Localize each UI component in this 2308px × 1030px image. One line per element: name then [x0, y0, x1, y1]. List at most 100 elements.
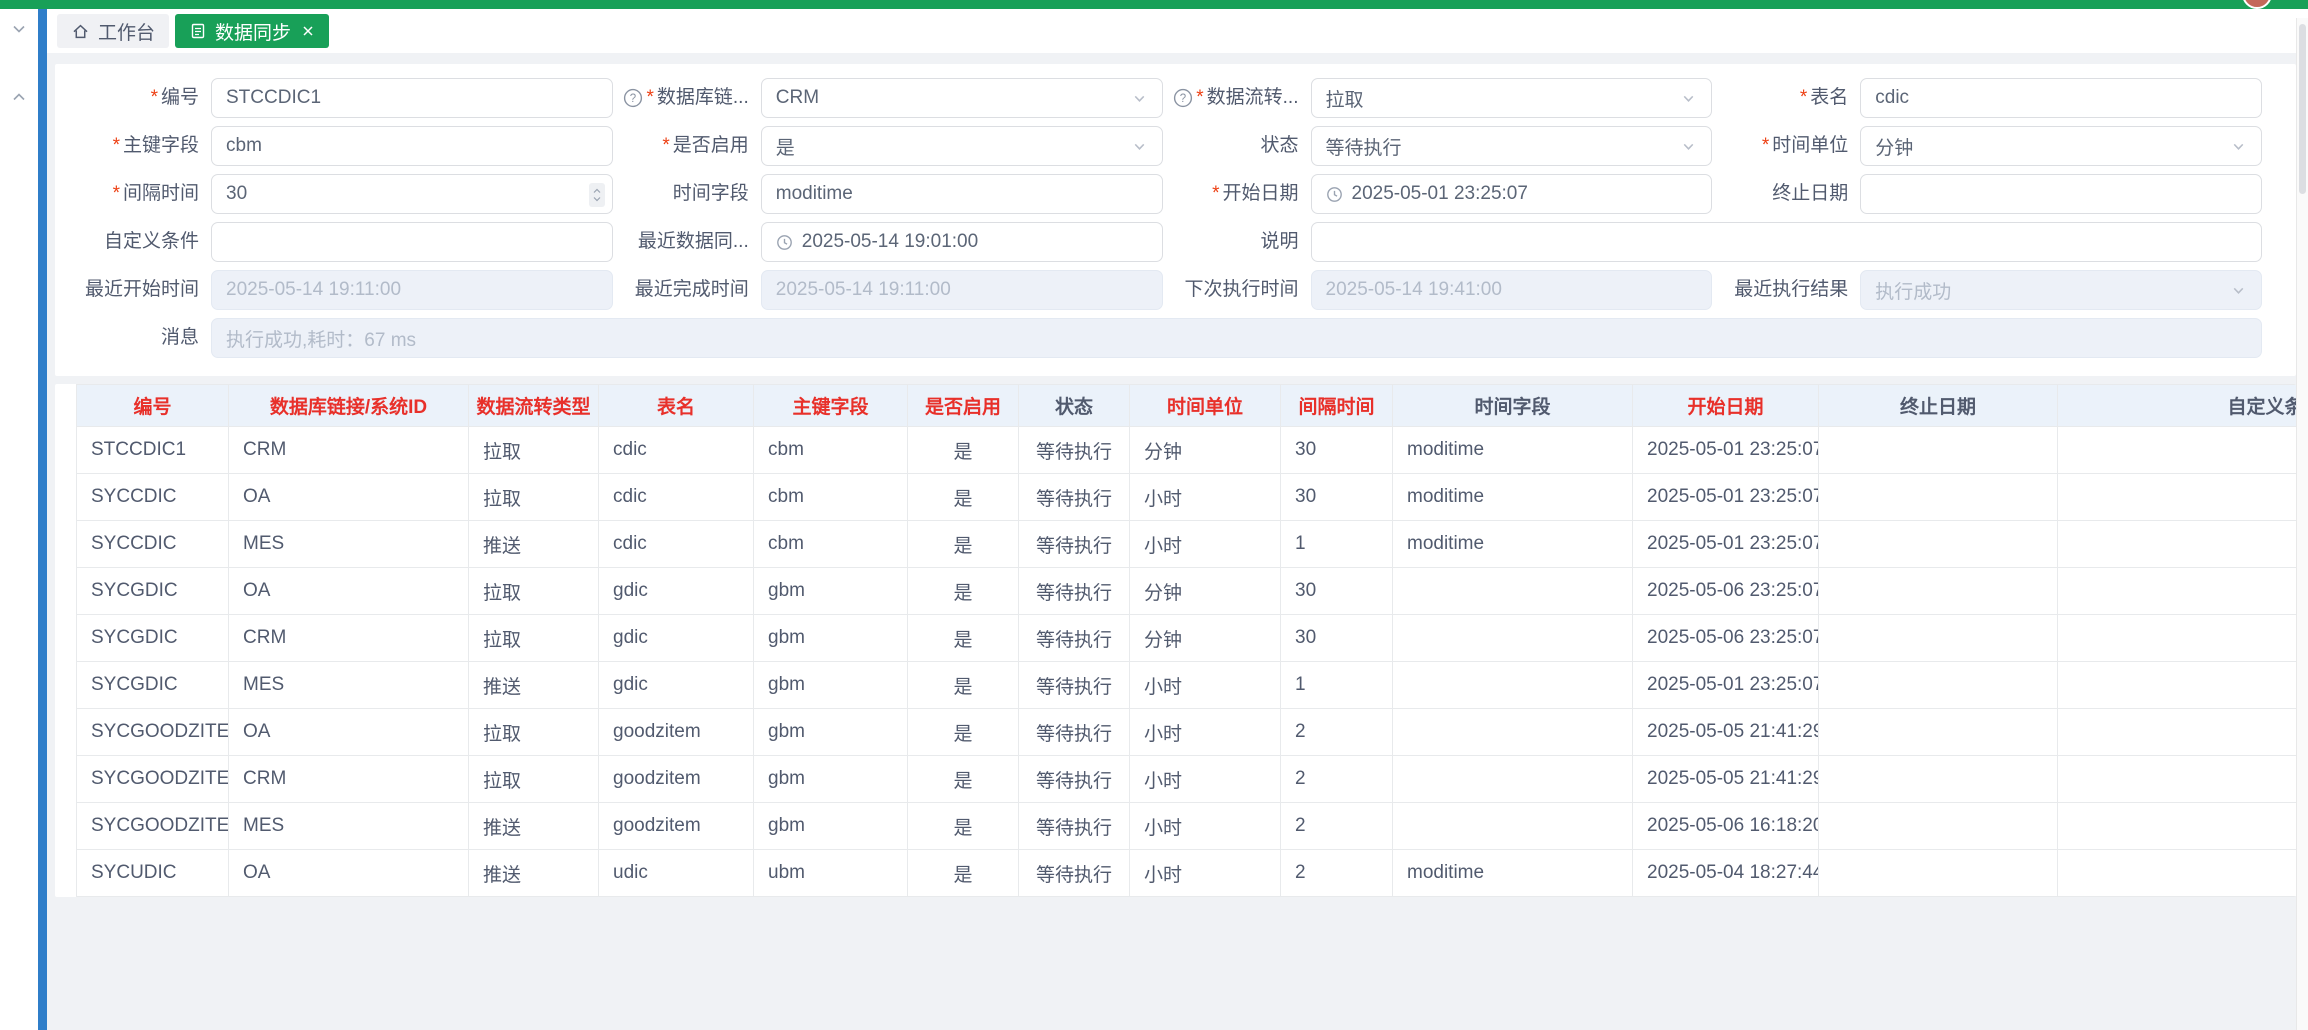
table-cell: goodzitem — [599, 756, 754, 803]
main-area: 工作台 数据同步 *编号STCCDIC1?*数据库链...CRM?*数据流转..… — [47, 9, 2308, 1030]
form-field-custom-condition: 自定义条件 — [63, 222, 613, 262]
table-row[interactable]: SYCGOODZITEMMES推送goodzitemgbm是等待执行小时2202… — [77, 803, 2297, 850]
form-field-flow-type: *数据流转...拉取 — [1163, 78, 1713, 118]
table-cell: MES — [229, 521, 469, 568]
table-cell: cbm — [754, 427, 908, 474]
table-cell — [2058, 427, 2297, 474]
table-cell: cdic — [599, 521, 754, 568]
collapse-chevron-up-icon[interactable] — [9, 87, 29, 107]
table-cell — [1819, 803, 2058, 850]
tab-workbench-label: 工作台 — [98, 18, 155, 45]
table-row[interactable]: STCCDIC1CRM拉取cdiccbm是等待执行分钟30moditime202… — [77, 427, 2297, 474]
db-link-value: CRM — [776, 87, 1123, 109]
form-row: *编号STCCDIC1?*数据库链...CRM?*数据流转...拉取*表名cdi… — [63, 78, 2262, 118]
table-cell: 2 — [1281, 803, 1393, 850]
time-field-input[interactable]: moditime — [761, 174, 1163, 214]
table-cell: 拉取 — [469, 474, 599, 521]
description-input[interactable] — [1311, 222, 2263, 262]
table-cell: CRM — [229, 615, 469, 662]
table-row[interactable]: SYCUDICOA推送udicubm是等待执行小时2moditime2025-0… — [77, 850, 2297, 897]
table-cell: MES — [229, 662, 469, 709]
sync-table-card: 编号数据库链接/系统ID数据流转类型表名主键字段是否启用状态时间单位间隔时间时间… — [55, 384, 2296, 897]
time-unit-select[interactable]: 分钟 — [1860, 126, 2262, 166]
table-cell: 等待执行 — [1019, 568, 1130, 615]
table-cell: 30 — [1281, 568, 1393, 615]
sidebar-edge-strip[interactable] — [38, 9, 47, 1030]
table-cell: cbm — [754, 521, 908, 568]
number-stepper-icon[interactable] — [589, 183, 605, 207]
table-cell — [1819, 615, 2058, 662]
code-value: STCCDIC1 — [226, 87, 598, 109]
tab-data-sync-label: 数据同步 — [215, 18, 291, 45]
table-cell: gbm — [754, 662, 908, 709]
table-cell — [1393, 615, 1633, 662]
tab-workbench[interactable]: 工作台 — [57, 14, 169, 48]
scrollbar-thumb[interactable] — [2299, 24, 2306, 194]
end-date-input[interactable] — [1860, 174, 2262, 214]
tab-data-sync[interactable]: 数据同步 — [175, 14, 329, 48]
help-icon[interactable]: ? — [623, 88, 643, 108]
start-date-input[interactable]: 2025-05-01 23:25:07 — [1311, 174, 1713, 214]
interval-input[interactable]: 30 — [211, 174, 613, 214]
table-row[interactable]: SYCGDICMES推送gdicgbm是等待执行小时12025-05-01 23… — [77, 662, 2297, 709]
column-header: 表名 — [599, 385, 754, 427]
last-sync-input[interactable]: 2025-05-14 19:01:00 — [761, 222, 1163, 262]
required-star: * — [113, 135, 120, 156]
user-avatar[interactable] — [2242, 0, 2272, 9]
required-star: * — [647, 87, 654, 108]
column-header: 终止日期 — [1819, 385, 2058, 427]
message-input: 执行成功,耗时：67 ms — [211, 318, 2262, 358]
column-header: 时间字段 — [1393, 385, 1633, 427]
table-cell: 小时 — [1130, 756, 1281, 803]
db-link-select[interactable]: CRM — [761, 78, 1163, 118]
enabled-select[interactable]: 是 — [761, 126, 1163, 166]
form-field-time-field: 时间字段moditime — [613, 174, 1163, 214]
table-row[interactable]: SYCGDICCRM拉取gdicgbm是等待执行分钟302025-05-06 2… — [77, 615, 2297, 662]
table-body: STCCDIC1CRM拉取cdiccbm是等待执行分钟30moditime202… — [77, 427, 2297, 897]
table-row[interactable]: SYCGOODZITEMOA拉取goodzitemgbm是等待执行小时22025… — [77, 709, 2297, 756]
chevron-down-icon — [2230, 282, 2247, 299]
table-cell — [2058, 709, 2297, 756]
message-label: 消息 — [63, 318, 211, 358]
column-header: 自定义条件 — [2058, 385, 2297, 427]
custom-condition-input[interactable] — [211, 222, 613, 262]
code-input[interactable]: STCCDIC1 — [211, 78, 613, 118]
column-header: 编号 — [77, 385, 229, 427]
table-row[interactable]: SYCCDICOA拉取cdiccbm是等待执行小时30moditime2025-… — [77, 474, 2297, 521]
time-unit-value: 分钟 — [1875, 133, 2222, 160]
flow-type-select[interactable]: 拉取 — [1311, 78, 1713, 118]
custom-condition-label: 自定义条件 — [63, 222, 211, 262]
table-row[interactable]: SYCCDICMES推送cdiccbm是等待执行小时1moditime2025-… — [77, 521, 2297, 568]
table-cell: 等待执行 — [1019, 803, 1130, 850]
form-field-status: 状态等待执行 — [1163, 126, 1713, 166]
end-date-label: 终止日期 — [1712, 174, 1860, 214]
vertical-scrollbar[interactable] — [2296, 18, 2308, 1030]
column-header: 间隔时间 — [1281, 385, 1393, 427]
table-cell: gbm — [754, 568, 908, 615]
column-header: 是否启用 — [908, 385, 1019, 427]
table-cell: moditime — [1393, 474, 1633, 521]
last-sync-label: 最近数据同... — [613, 222, 761, 262]
table-cell: SYCGDIC — [77, 615, 229, 662]
app-shell: 工作台 数据同步 *编号STCCDIC1?*数据库链...CRM?*数据流转..… — [0, 9, 2308, 1030]
table-cell: moditime — [1393, 427, 1633, 474]
table-cell — [1819, 709, 2058, 756]
table-name-input[interactable]: cdic — [1860, 78, 2262, 118]
help-icon[interactable]: ? — [1173, 88, 1193, 108]
table-row[interactable]: SYCGOODZITEMCRM拉取goodzitemgbm是等待执行小时2202… — [77, 756, 2297, 803]
code-label: *编号 — [63, 78, 211, 118]
table-cell: 是 — [908, 474, 1019, 521]
svg-text:?: ? — [1179, 93, 1185, 105]
form-field-interval: *间隔时间30 — [63, 174, 613, 214]
status-select[interactable]: 等待执行 — [1311, 126, 1713, 166]
form-field-db-link: *数据库链...CRM? — [613, 78, 1163, 118]
close-icon[interactable] — [301, 24, 315, 38]
time-field-label: 时间字段 — [613, 174, 761, 214]
table-cell — [1393, 709, 1633, 756]
collapse-chevron-down-icon[interactable] — [9, 19, 29, 39]
table-cell: 小时 — [1130, 850, 1281, 897]
chevron-down-icon — [1131, 90, 1148, 107]
table-row[interactable]: SYCGDICOA拉取gdicgbm是等待执行分钟302025-05-06 23… — [77, 568, 2297, 615]
primary-key-input[interactable]: cbm — [211, 126, 613, 166]
form-row: 消息执行成功,耗时：67 ms — [63, 318, 2262, 358]
